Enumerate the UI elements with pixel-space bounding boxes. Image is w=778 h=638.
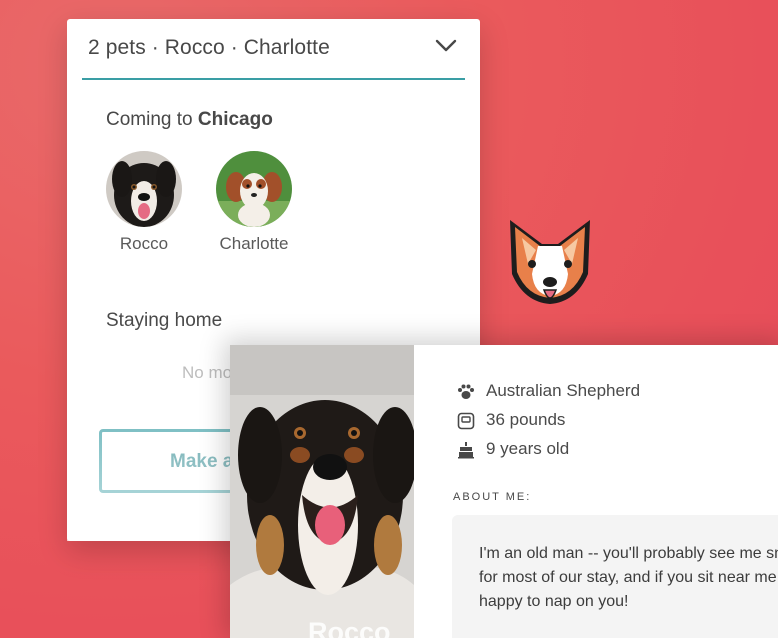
avatar-charlotte	[216, 151, 292, 227]
about-box: I'm an old man -- you'll probably see me…	[452, 515, 778, 638]
staying-empty-text: No mo	[182, 363, 233, 382]
scale-icon	[457, 412, 475, 430]
coming-prefix: Coming to	[106, 109, 198, 130]
pet-profile-panel: Rocco Australian Shepherd 36 pounds 9 ye…	[230, 345, 778, 638]
pet-name-charlotte: Charlotte	[219, 234, 289, 253]
pet-name-rocco: Rocco	[119, 234, 169, 253]
pets-dropdown[interactable]: 2 pets · Rocco · Charlotte	[82, 19, 465, 80]
pets-dropdown-value: 2 pets · Rocco · Charlotte	[88, 36, 330, 59]
cake-icon	[458, 442, 474, 459]
coming-city: Chicago	[197, 109, 273, 130]
chevron-down-icon	[435, 39, 457, 52]
coming-heading: Coming to Chicago	[106, 109, 273, 131]
pet-chip-rocco[interactable]: Rocco	[99, 151, 189, 254]
corgi-logo-icon	[510, 220, 590, 304]
profile-photo: Rocco	[230, 345, 414, 638]
fact-weight-text: 36 pounds	[486, 410, 566, 429]
fact-age-text: 9 years old	[486, 439, 570, 458]
avatar-rocco	[106, 151, 182, 227]
paw-icon	[458, 384, 474, 399]
pet-chip-charlotte[interactable]: Charlotte	[209, 151, 299, 254]
make-button-label: Make a	[170, 451, 234, 472]
profile-name: Rocco	[308, 617, 391, 638]
about-text: I'm an old man -- you'll probably see me…	[479, 545, 778, 610]
fact-breed-text: Australian Shepherd	[486, 381, 641, 400]
about-label: ABOUT ME:	[453, 491, 532, 503]
staying-heading: Staying home	[106, 310, 223, 331]
